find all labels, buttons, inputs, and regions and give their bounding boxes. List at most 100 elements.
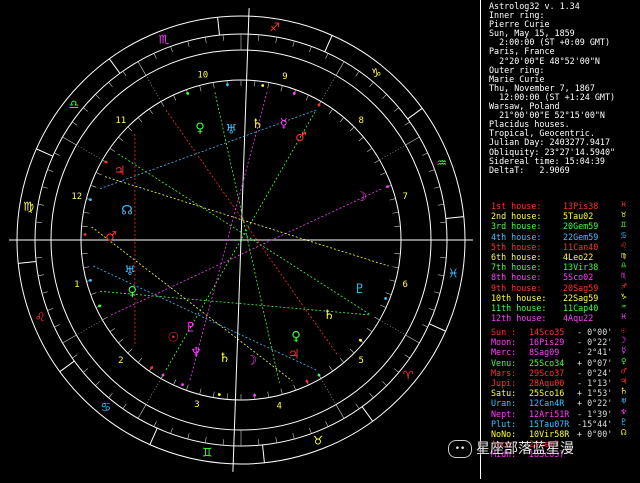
degree-tick xyxy=(382,381,387,386)
degree-tick xyxy=(109,147,116,152)
planet-marker xyxy=(104,160,108,164)
degree-tick xyxy=(170,427,173,434)
planet-symbol-icon: ♆ xyxy=(621,407,627,418)
degree-tick xyxy=(293,384,297,391)
planet-name: Satu: xyxy=(491,388,517,399)
degree-tick xyxy=(404,354,410,359)
degree-tick xyxy=(222,34,224,41)
house-value: 11Cap40 xyxy=(563,303,599,313)
zodiac-sign-icon: ♍ xyxy=(621,251,627,261)
degree-tick xyxy=(374,159,380,164)
degree-tick xyxy=(434,186,441,189)
planet-position: 29Sco37 xyxy=(529,367,565,378)
planet-symbol-icon: ♄ xyxy=(621,387,627,398)
sagittarius-icon: ♐ xyxy=(269,21,280,35)
planet-position: 15Tau07R xyxy=(529,418,570,429)
planet-name: Merc: xyxy=(491,347,517,358)
house-cusp-line xyxy=(379,144,406,161)
degree-tick xyxy=(366,147,373,152)
planet-marker xyxy=(317,373,321,377)
house-number: 2 xyxy=(118,356,123,366)
watermark: •• 星座部落蓝星漫 xyxy=(448,436,640,462)
planet-glyph-icon: ☿ xyxy=(280,117,288,132)
zodiac-sign-icon: ♓ xyxy=(621,312,627,323)
planet-glyph-icon: ♀ xyxy=(195,121,205,136)
house-label: 11th house: xyxy=(491,303,547,313)
planet-name: Plut: xyxy=(491,418,517,429)
degree-tick xyxy=(428,308,435,311)
house-value: 5Sco02 xyxy=(563,272,594,283)
planet-marker xyxy=(226,83,229,86)
astrology-wheel-chart: ♐ ♑ ♒ ♓ ♈ ♉ ♊ ♋ ♌ ♍ ♎ ♏ 1 2 3 4 5 6 7 8 9 10 11 12 ♀ ♅ ♄ ☿ ♂ ♃ ☊ ♂ ♅ ♀ ♇ ♆ ☉… xyxy=(0,0,480,479)
info-line: DeltaT: 2.9069 xyxy=(489,164,570,175)
degree-tick xyxy=(173,94,177,101)
sign-boundary xyxy=(445,216,464,219)
degree-tick xyxy=(254,80,256,87)
sign-boundary xyxy=(36,148,54,157)
house-label: 2nd house: xyxy=(491,211,542,222)
planet-glyph-icon: ♂ xyxy=(295,130,307,145)
house-label: 3rd house: xyxy=(491,221,542,232)
degree-tick xyxy=(440,221,447,223)
degree-tick xyxy=(81,225,88,227)
degree-tick xyxy=(374,316,380,321)
planet-position: 8Sag09 xyxy=(529,347,560,358)
degree-tick xyxy=(366,328,373,333)
sign-boundary xyxy=(428,323,446,332)
degree-tick xyxy=(335,61,345,76)
planet-position: 12Can4R xyxy=(529,398,565,409)
degree-tick xyxy=(137,357,143,363)
degree-tick xyxy=(394,107,399,112)
degree-tick xyxy=(292,433,295,440)
degree-tick xyxy=(325,53,329,59)
degree-tick xyxy=(83,266,90,269)
sign-boundary xyxy=(407,107,423,120)
degree-tick xyxy=(325,421,329,427)
degree-tick xyxy=(385,292,392,296)
degree-tick xyxy=(41,186,48,189)
house-number: 1 xyxy=(74,280,79,290)
sign-boundary xyxy=(217,17,220,36)
planet-name: Sun : xyxy=(491,327,517,337)
degree-tick xyxy=(54,324,60,328)
degree-tick xyxy=(72,354,78,359)
zodiac-sign-icon: ♎ xyxy=(621,261,627,272)
degree-tick xyxy=(170,46,173,53)
degree-tick xyxy=(153,53,157,59)
degree-tick xyxy=(187,40,190,47)
degree-tick xyxy=(380,304,387,308)
degree-tick xyxy=(258,439,260,446)
degree-tick xyxy=(185,384,189,391)
chart-info: Astrolog32 v. 1.34 Inner ring: Pierre Curi… xyxy=(489,1,615,175)
degree-tick xyxy=(389,279,396,282)
degree-tick xyxy=(95,94,100,99)
house-number: 11 xyxy=(115,116,126,126)
house-label: 10th house: xyxy=(491,292,547,303)
degree-tick xyxy=(38,203,45,206)
virgo-icon: ♍ xyxy=(23,199,34,213)
degree-tick xyxy=(280,85,283,92)
degree-tick xyxy=(226,393,228,400)
degree-tick xyxy=(267,82,270,89)
zodiac-sign-icon: ♋ xyxy=(621,230,627,241)
house-cusp-line xyxy=(145,378,162,405)
planet-latitude: - 0°00' xyxy=(577,327,613,337)
degree-tick xyxy=(160,101,165,107)
degree-tick xyxy=(137,117,143,123)
zodiac-sign-icon: ♓ xyxy=(621,200,627,210)
leo-icon: ♌ xyxy=(35,310,46,324)
degree-tick xyxy=(434,291,441,294)
info-panel: Astrolog32 v. 1.34 Inner ring: Pierre Curi… xyxy=(480,0,640,479)
capricorn-icon: ♑ xyxy=(371,66,382,80)
planet-marker xyxy=(359,338,362,342)
house-label: 7th house: xyxy=(491,262,542,273)
house-label: 4th house: xyxy=(491,231,542,242)
house-cusp-line xyxy=(145,75,162,102)
degree-tick xyxy=(187,433,190,440)
degree-tick xyxy=(212,391,215,398)
planet-symbol-icon: ♅ xyxy=(621,397,627,408)
degree-tick xyxy=(199,388,202,395)
planet-latitude: - 0°24' xyxy=(577,367,613,378)
house-label: 6th house: xyxy=(491,252,542,262)
degree-tick xyxy=(305,94,309,101)
